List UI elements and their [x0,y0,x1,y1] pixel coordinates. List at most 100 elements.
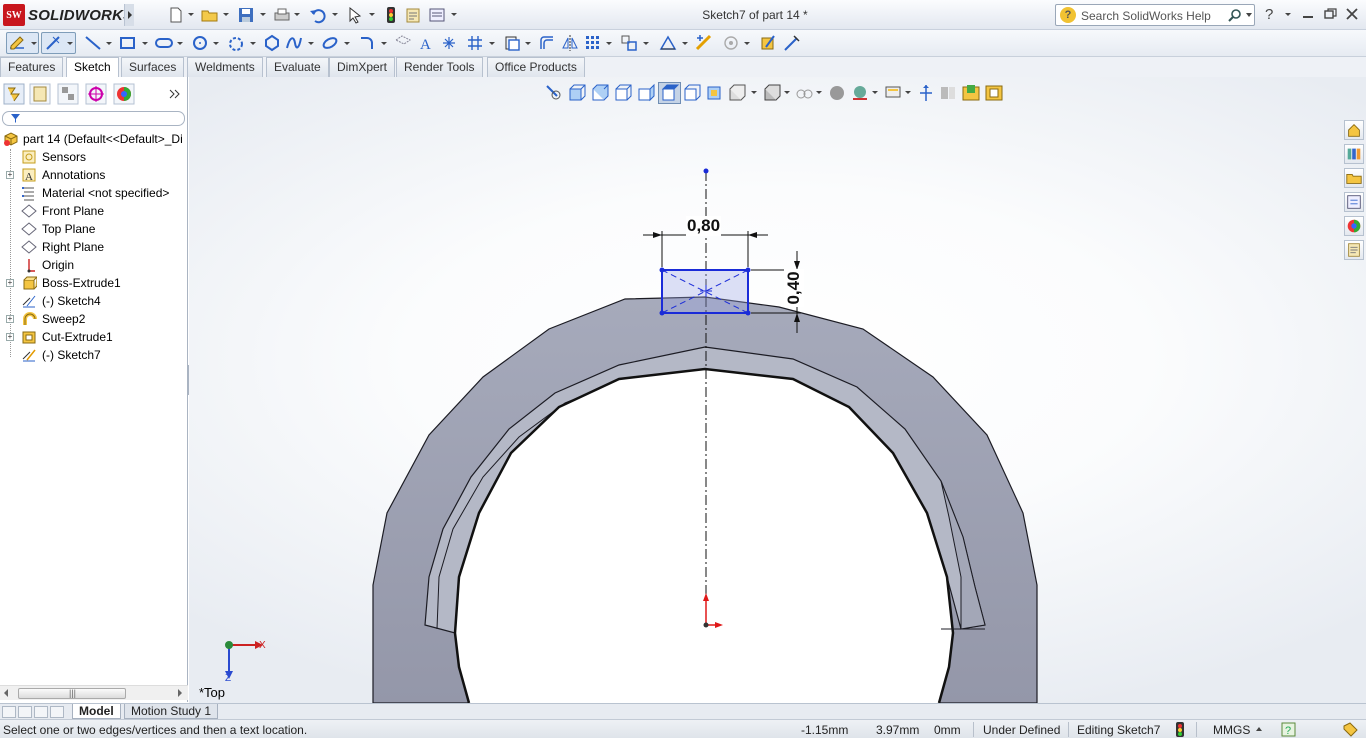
dimxpert-manager-tab-icon[interactable] [85,83,107,105]
convert-entities-icon[interactable] [503,34,521,52]
scroll-right-arrow[interactable] [178,689,182,697]
tab-dimxpert[interactable]: DimXpert [329,57,396,77]
property-manager-tab-icon[interactable] [29,83,51,105]
ellipse-dropdown-arrow[interactable] [344,42,350,45]
tree-item-material[interactable]: Material <not specified> [0,184,188,202]
expand-toggle[interactable]: + [6,279,14,287]
configuration-manager-tab-icon[interactable] [57,83,79,105]
dimension-dropdown-arrow[interactable] [67,42,73,45]
undo-icon[interactable] [309,6,327,24]
tree-item-boss-extrude1[interactable]: + Boss-Extrude1 [0,274,188,292]
help-status-icon[interactable]: ? [1281,722,1296,737]
sketch-dropdown-arrow[interactable] [31,42,37,45]
sketch-vertex[interactable] [745,310,751,316]
file-explorer-icon[interactable] [1344,168,1364,188]
graphics-area[interactable]: 0,80 0,40 X Z *Top [189,77,1366,703]
tree-item-annotations[interactable]: + A Annotations [0,166,188,184]
undo-dropdown-arrow[interactable] [332,13,338,16]
fillet-icon[interactable] [358,34,376,52]
help-dropdown-arrow[interactable] [1285,13,1291,16]
close-icon[interactable] [1344,7,1360,21]
save-dropdown-arrow[interactable] [260,13,266,16]
tree-item-sketch7[interactable]: (-) Sketch7 [0,346,188,364]
trim-entities-icon[interactable] [466,34,484,52]
quick-snaps-icon[interactable] [722,34,740,52]
relations-dropdown-arrow[interactable] [682,42,688,45]
linear-pattern-icon[interactable] [584,34,602,52]
polygon-icon[interactable] [263,34,281,52]
panel-horizontal-scrollbar[interactable]: ||| [0,685,188,700]
menu-expand-arrow[interactable] [124,4,134,26]
expand-toggle[interactable]: + [6,315,14,323]
expand-toggle[interactable]: + [6,333,14,341]
help-search-box[interactable]: ? Search SolidWorks Help [1055,4,1255,26]
units-dropdown-arrow[interactable] [1256,727,1262,731]
search-icon[interactable] [1228,8,1242,22]
instant-2d-icon[interactable] [783,34,801,52]
expand-toggle[interactable]: + [6,171,14,179]
appearances-scenes-icon[interactable] [1344,216,1364,236]
tree-item-sensors[interactable]: Sensors [0,148,188,166]
tab-nav-prev[interactable] [18,706,32,718]
rectangle-dropdown-arrow[interactable] [142,42,148,45]
move-entities-icon[interactable] [620,34,638,52]
arc-dropdown-arrow[interactable] [250,42,256,45]
panel-expand-chevron-icon[interactable] [165,83,183,105]
search-dropdown-arrow[interactable] [1246,13,1252,17]
tab-weldments[interactable]: Weldments [187,57,263,77]
select-arrow-icon[interactable] [346,6,364,24]
rapid-sketch-icon[interactable] [760,34,778,52]
move-dropdown-arrow[interactable] [643,42,649,45]
circle-dropdown-arrow[interactable] [213,42,219,45]
point-icon[interactable] [440,34,458,52]
tab-sketch[interactable]: Sketch [66,57,119,78]
options-icon[interactable] [428,6,446,24]
tab-features[interactable]: Features [0,57,64,77]
circle-icon[interactable] [191,34,209,52]
ellipse-icon[interactable] [321,34,339,52]
tab-surfaces[interactable]: Surfaces [121,57,185,77]
text-icon[interactable]: A [417,34,435,52]
print-dropdown-arrow[interactable] [294,13,300,16]
feature-manager-tab-icon[interactable] [3,83,25,105]
spline-dropdown-arrow[interactable] [308,42,314,45]
tab-model[interactable]: Model [72,704,121,719]
tree-root-part[interactable]: part 14 (Default<<Default>_Di [0,130,188,148]
tree-item-sketch4[interactable]: (-) Sketch4 [0,292,188,310]
trim-dropdown-arrow[interactable] [489,42,495,45]
dimension-0-40-label[interactable]: 0,40 [784,269,804,307]
tree-item-right-plane[interactable]: Right Plane [0,238,188,256]
tree-item-top-plane[interactable]: Top Plane [0,220,188,238]
solidworks-resources-icon[interactable] [1344,120,1364,140]
sketch-vertex[interactable] [659,310,665,316]
solidworks-logo[interactable]: SW SOLIDWORKS [3,4,133,26]
scroll-left-arrow[interactable] [4,689,8,697]
spline-icon[interactable] [285,34,303,52]
tab-render-tools[interactable]: Render Tools [396,57,483,77]
options-dropdown-arrow[interactable] [451,13,457,16]
tab-nav-last[interactable] [50,706,64,718]
tab-nav-next[interactable] [34,706,48,718]
status-tag-icon[interactable] [1342,722,1358,737]
save-icon[interactable] [237,6,255,24]
scroll-thumb[interactable]: ||| [18,688,126,699]
tree-item-sweep2[interactable]: + Sweep2 [0,310,188,328]
display-manager-tab-icon[interactable] [113,83,135,105]
open-folder-icon[interactable] [201,6,219,24]
repair-sketch-icon[interactable] [695,34,713,52]
restore-icon[interactable] [1322,7,1338,21]
slot-icon[interactable] [155,34,173,52]
tab-nav-first[interactable] [2,706,16,718]
pattern-dropdown-arrow[interactable] [606,42,612,45]
view-palette-icon[interactable] [1344,192,1364,212]
ring-part[interactable] [372,296,1038,703]
tree-item-origin[interactable]: Origin [0,256,188,274]
tree-filter-field[interactable] [2,111,185,126]
snaps-dropdown-arrow[interactable] [744,42,750,45]
slot-dropdown-arrow[interactable] [177,42,183,45]
sketch-vertex[interactable] [659,267,665,273]
new-dropdown-arrow[interactable] [188,13,194,16]
file-properties-icon[interactable] [404,6,422,24]
status-units[interactable]: MMGS [1213,723,1250,737]
select-dropdown-arrow[interactable] [369,13,375,16]
